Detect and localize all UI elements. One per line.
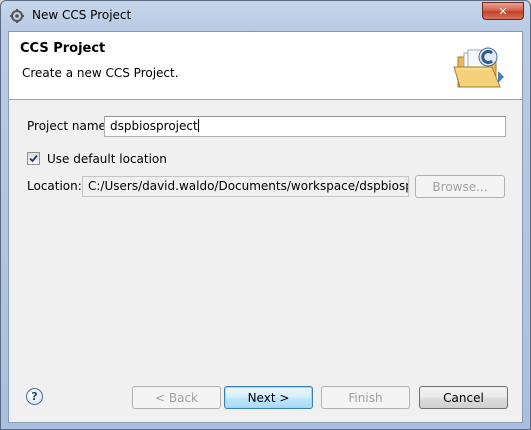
browse-button[interactable]: Browse... bbox=[415, 175, 505, 198]
dialog-client-area: CCS Project Create a new CCS Project. Pr… bbox=[8, 31, 523, 423]
close-button[interactable]: ✕ bbox=[482, 2, 524, 20]
next-button[interactable]: Next > bbox=[224, 386, 313, 409]
text-caret bbox=[197, 119, 199, 132]
finish-button[interactable]: Finish bbox=[321, 386, 410, 409]
page-title: CCS Project bbox=[20, 41, 106, 56]
cancel-button-label: Cancel bbox=[443, 390, 484, 405]
location-label: Location: bbox=[27, 179, 82, 193]
back-button-label: < Back bbox=[154, 390, 198, 405]
close-icon: ✕ bbox=[498, 4, 508, 18]
location-field: C:/Users/david.waldo/Documents/workspace… bbox=[82, 176, 409, 197]
title-bar[interactable]: New CCS Project ✕ bbox=[1, 1, 530, 31]
finish-button-label: Finish bbox=[348, 390, 383, 405]
cancel-button[interactable]: Cancel bbox=[419, 386, 508, 409]
window-title: New CCS Project bbox=[32, 8, 132, 22]
eclipse-app-icon bbox=[10, 9, 24, 23]
page-description: Create a new CCS Project. bbox=[22, 66, 179, 80]
wizard-header: CCS Project Create a new CCS Project. bbox=[9, 32, 522, 100]
use-default-location-checkbox[interactable] bbox=[27, 152, 40, 165]
back-button[interactable]: < Back bbox=[132, 386, 221, 409]
next-button-label: Next > bbox=[247, 390, 290, 405]
browse-button-label: Browse... bbox=[432, 179, 488, 194]
project-name-field[interactable]: dspbiosproject bbox=[104, 116, 506, 137]
project-name-label: Project name: bbox=[27, 119, 110, 133]
use-default-location-label[interactable]: Use default location bbox=[47, 152, 167, 166]
location-value: C:/Users/david.waldo/Documents/workspace… bbox=[88, 179, 409, 193]
project-name-value: dspbiosproject bbox=[110, 119, 198, 133]
folder-wizard-icon bbox=[453, 47, 504, 88]
help-icon[interactable]: ? bbox=[26, 388, 43, 405]
checkmark-icon bbox=[29, 154, 38, 163]
dialog-window: New CCS Project ✕ CCS Project Create a n… bbox=[0, 0, 531, 430]
